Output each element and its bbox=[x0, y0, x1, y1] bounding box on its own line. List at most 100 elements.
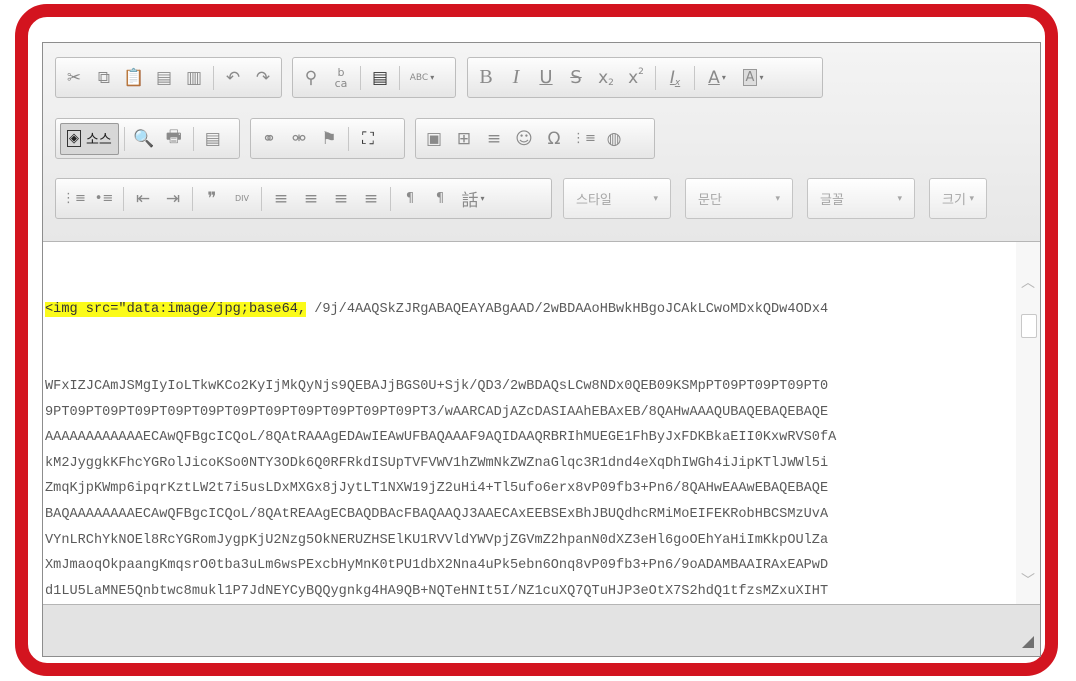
chevron-down-icon: ▾ bbox=[480, 194, 485, 203]
source-code: <img src="data:image/jpg;base64, /9j/4AA… bbox=[45, 246, 1005, 604]
replace-icon-bottom: ca bbox=[334, 76, 348, 90]
superscript-icon[interactable]: x2 bbox=[622, 62, 650, 94]
source-line: WFxIZJCAmJSMgIyIoLTkwKCo2KyIjMkQyNjs9QEB… bbox=[45, 378, 829, 394]
text-direction-rtl-icon[interactable]: ¶ bbox=[426, 183, 454, 215]
select-all-icon[interactable]: ▤ bbox=[366, 62, 394, 94]
align-left-icon[interactable]: ≡ bbox=[267, 183, 295, 215]
superscript-main: x bbox=[628, 67, 639, 88]
paste-from-word-icon[interactable]: ▥ bbox=[180, 62, 208, 94]
superscript-small: 2 bbox=[638, 66, 644, 77]
redo-icon[interactable]: ↷ bbox=[249, 62, 277, 94]
vertical-scrollbar[interactable]: ︿ ﹀ bbox=[1016, 242, 1040, 604]
align-right-icon[interactable]: ≡ bbox=[327, 183, 355, 215]
chevron-down-icon: ▾ bbox=[897, 193, 902, 204]
unlink-icon[interactable]: ⚮ bbox=[285, 123, 313, 155]
page-break-icon[interactable]: ⋮≡ bbox=[570, 123, 598, 155]
editor-status-bar bbox=[43, 605, 1040, 656]
horizontal-rule-icon[interactable]: ≡ bbox=[480, 123, 508, 155]
toolbar-separator bbox=[261, 186, 262, 211]
toolbar-separator bbox=[192, 126, 194, 151]
paragraph-format-dropdown[interactable]: 문단 ▾ bbox=[685, 178, 793, 219]
copy-icon[interactable]: ⧉ bbox=[90, 62, 118, 94]
link-icon[interactable]: ⚭ bbox=[255, 123, 283, 155]
editor-toolbar: ✂ ⧉ 📋 ▤ ▥ ↶ ↷ ⚲ b ca ▤ ABC ▾ B I U S x 2… bbox=[43, 43, 1040, 241]
strikethrough-icon[interactable]: S bbox=[562, 62, 590, 94]
toolbar-separator bbox=[694, 65, 695, 90]
highlighted-img-tag: <img src="data:image/jpg;base64, bbox=[45, 302, 307, 318]
remove-format-small: x bbox=[674, 77, 681, 88]
print-icon[interactable]: 🖶 bbox=[160, 123, 188, 155]
source-line: ZmqKjpKWmp6ipqrKztLW2t7i5usLDxMXGx8jJytL… bbox=[45, 481, 829, 497]
toolbar-separator bbox=[213, 65, 214, 90]
resize-grip-icon[interactable] bbox=[1022, 636, 1034, 648]
numbered-list-icon[interactable]: ⋮≡ bbox=[60, 183, 88, 215]
chevron-down-icon: ▾ bbox=[759, 73, 764, 82]
paste-text-icon[interactable]: ▤ bbox=[150, 62, 178, 94]
source-textarea[interactable]: <img src="data:image/jpg;base64, /9j/4AA… bbox=[43, 241, 1040, 605]
source-line: kM2JyggkKFhcYGRolJicoKSo0NTY3ODk6Q0RFRkd… bbox=[45, 455, 829, 471]
iframe-icon[interactable]: ◍ bbox=[600, 123, 628, 155]
anchor-icon[interactable]: ⚑ bbox=[315, 123, 343, 155]
text-direction-ltr-icon[interactable]: ¶ bbox=[396, 183, 424, 215]
font-size-dropdown[interactable]: 크기 ▾ bbox=[929, 178, 987, 219]
replace-icon-top: b bbox=[337, 65, 345, 79]
underline-icon[interactable]: U bbox=[532, 62, 560, 94]
source-line-text: /9j/4AAQSkZJRgABAQEAYABgAAD/2wBDAAoHBwkH… bbox=[306, 302, 829, 318]
source-line: 9PT09PT09PT09PT09PT09PT09PT09PT09PT09PT0… bbox=[45, 404, 829, 420]
style-dropdown[interactable]: 스타일 ▾ bbox=[563, 178, 671, 219]
basic-styles-group: B I U S x2 x2 Ix A ▾ A ▾ bbox=[467, 57, 823, 98]
bold-icon[interactable]: B bbox=[472, 62, 500, 94]
indent-icon[interactable]: ⇥ bbox=[159, 183, 187, 215]
source-line: AAAAAAAAAAAAECAwQFBgcICQoL/8QAtRAAAgEDAw… bbox=[45, 430, 837, 446]
paste-icon[interactable]: 📋 bbox=[120, 62, 148, 94]
scroll-up-icon[interactable]: ︿ bbox=[1020, 272, 1036, 291]
toolbar-separator bbox=[192, 186, 193, 211]
find-icon[interactable]: ⚲ bbox=[297, 62, 325, 94]
links-group: ⚭ ⚮ ⚑ ⛶ bbox=[250, 118, 405, 159]
align-center-icon[interactable]: ≡ bbox=[297, 183, 325, 215]
chevron-down-icon: ▾ bbox=[969, 193, 974, 204]
remove-format-icon[interactable]: Ix bbox=[661, 62, 689, 94]
language-icon[interactable]: 話 ▾ bbox=[456, 183, 490, 215]
rich-text-editor: ✂ ⧉ 📋 ▤ ▥ ↶ ↷ ⚲ b ca ▤ ABC ▾ B I U S x 2… bbox=[42, 42, 1041, 657]
background-color-icon[interactable]: A ▾ bbox=[736, 62, 770, 94]
source-line: BAQAAAAAAAAECAwQFBgcICQoL/8QAtREAAgECBAQ… bbox=[45, 506, 829, 522]
outdent-icon[interactable]: ⇤ bbox=[129, 183, 157, 215]
scroll-down-icon[interactable]: ﹀ bbox=[1020, 570, 1036, 589]
bulleted-list-icon[interactable]: •≡ bbox=[90, 183, 118, 215]
scroll-thumb[interactable] bbox=[1021, 314, 1037, 338]
insert-group: ▣ ⊞ ≡ ☺ Ω ⋮≡ ◍ bbox=[415, 118, 655, 159]
source-icon: ◈ bbox=[67, 130, 81, 147]
source-line: d1LU5LaMNE5Qnbtwc8mukl1P7JdNEYCyBQQygnkg… bbox=[45, 583, 829, 599]
blockquote-icon[interactable]: ❞ bbox=[198, 183, 226, 215]
maximize-icon[interactable]: ⛶ bbox=[354, 123, 382, 155]
italic-icon[interactable]: I bbox=[502, 62, 530, 94]
font-dropdown[interactable]: 글꼴 ▾ bbox=[807, 178, 915, 219]
create-div-icon[interactable]: DIV bbox=[228, 183, 256, 215]
justify-icon[interactable]: ≡ bbox=[357, 183, 385, 215]
preview-icon[interactable]: 🔍 bbox=[130, 123, 158, 155]
toolbar-separator bbox=[348, 126, 349, 151]
special-character-icon[interactable]: Ω bbox=[540, 123, 568, 155]
subscript-icon[interactable]: x2 bbox=[592, 62, 620, 94]
spellcheck-icon[interactable]: ABC ▾ bbox=[405, 62, 439, 94]
smiley-icon[interactable]: ☺ bbox=[510, 123, 538, 155]
table-icon[interactable]: ⊞ bbox=[450, 123, 478, 155]
chevron-down-icon: ▾ bbox=[721, 73, 726, 82]
text-color-icon[interactable]: A ▾ bbox=[700, 62, 734, 94]
replace-icon[interactable]: b ca bbox=[327, 62, 355, 94]
language-glyph: 話 bbox=[461, 191, 479, 211]
font-dropdown-label: 글꼴 bbox=[820, 193, 844, 208]
source-button[interactable]: ◈ 소스 bbox=[60, 122, 119, 155]
image-icon[interactable]: ▣ bbox=[420, 123, 448, 155]
cut-icon[interactable]: ✂ bbox=[60, 62, 88, 94]
chevron-down-icon: ▾ bbox=[430, 73, 435, 82]
subscript-small: 2 bbox=[608, 77, 614, 88]
clipboard-group: ✂ ⧉ 📋 ▤ ▥ ↶ ↷ bbox=[55, 57, 282, 98]
templates-icon[interactable]: ▤ bbox=[199, 123, 227, 155]
chevron-down-icon: ▾ bbox=[775, 193, 780, 204]
editing-group: ⚲ b ca ▤ ABC ▾ bbox=[292, 57, 456, 98]
undo-icon[interactable]: ↶ bbox=[219, 62, 247, 94]
text-color-letter: A bbox=[708, 67, 720, 88]
chevron-down-icon: ▾ bbox=[653, 193, 658, 204]
